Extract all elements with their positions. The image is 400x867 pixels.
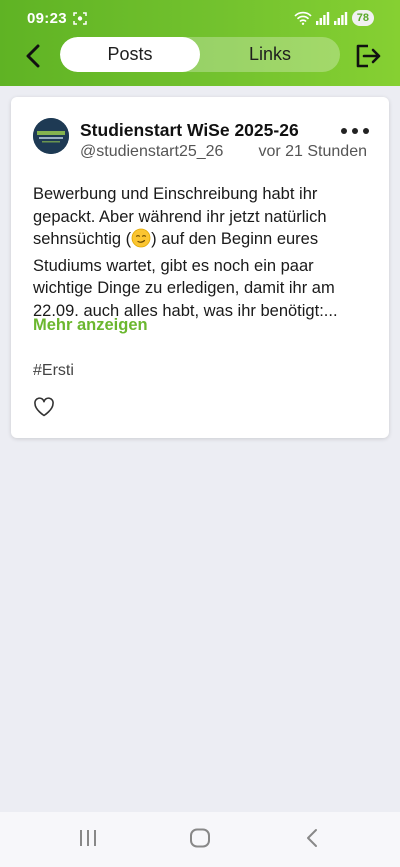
logout-icon [354,43,382,74]
post-text-line: Studiums wartet, gibt es noch ein paar [33,256,314,275]
home-button[interactable] [187,828,213,852]
more-dots-icon [341,128,347,134]
system-back-button[interactable] [299,828,325,852]
wifi-icon [294,11,312,25]
battery-indicator: 78 [351,10,374,26]
system-nav-bar [0,812,400,867]
signal-icon [315,11,330,25]
avatar-logo [33,118,69,154]
avatar[interactable] [33,118,69,154]
status-bar: 09:23 78 [0,0,400,36]
tab-posts[interactable]: Posts [60,37,200,72]
back-arrow-icon [25,44,41,73]
post-text-line: sehnsüchtig () auf den Beginn eures [33,228,369,255]
recent-apps-button[interactable] [75,828,101,852]
author-name[interactable]: Studienstart WiSe 2025-26 [80,120,299,141]
post-text-line: Bewerbung und Einschreibung habt ihr [33,185,318,203]
post-text-line: wichtige Dinge zu erledigen, damit ihr a… [33,279,335,297]
recent-apps-icon [78,829,98,852]
post-timestamp: vor 21 Stunden [258,143,367,160]
logout-button[interactable] [352,42,384,74]
hashtag-link[interactable]: #Ersti [33,362,74,380]
status-icons: 78 [294,10,374,26]
home-icon [189,828,211,853]
post-card: Studienstart WiSe 2025-26 @studienstart2… [11,97,389,438]
tab-switcher: Posts Links [60,37,340,72]
app-header: 09:23 78 Posts Links [0,0,400,86]
back-icon [305,828,319,853]
signal-icon-2 [333,11,348,25]
status-time: 09:23 [27,10,67,27]
back-button[interactable] [20,44,46,72]
heart-icon [33,397,55,421]
more-options-button[interactable] [341,125,369,137]
screen-record-icon [73,12,87,25]
like-button[interactable] [33,397,57,419]
post-text: Bewerbung und Einschreibung habt ihr gep… [33,183,369,322]
tab-links[interactable]: Links [200,37,340,72]
show-more-link[interactable]: Mehr anzeigen [33,316,148,335]
smirk-emoji-icon [131,228,151,255]
author-handle: @studienstart25_26 [80,143,224,160]
post-text-line: gepackt. Aber während ihr jetzt natürlic… [33,207,327,226]
